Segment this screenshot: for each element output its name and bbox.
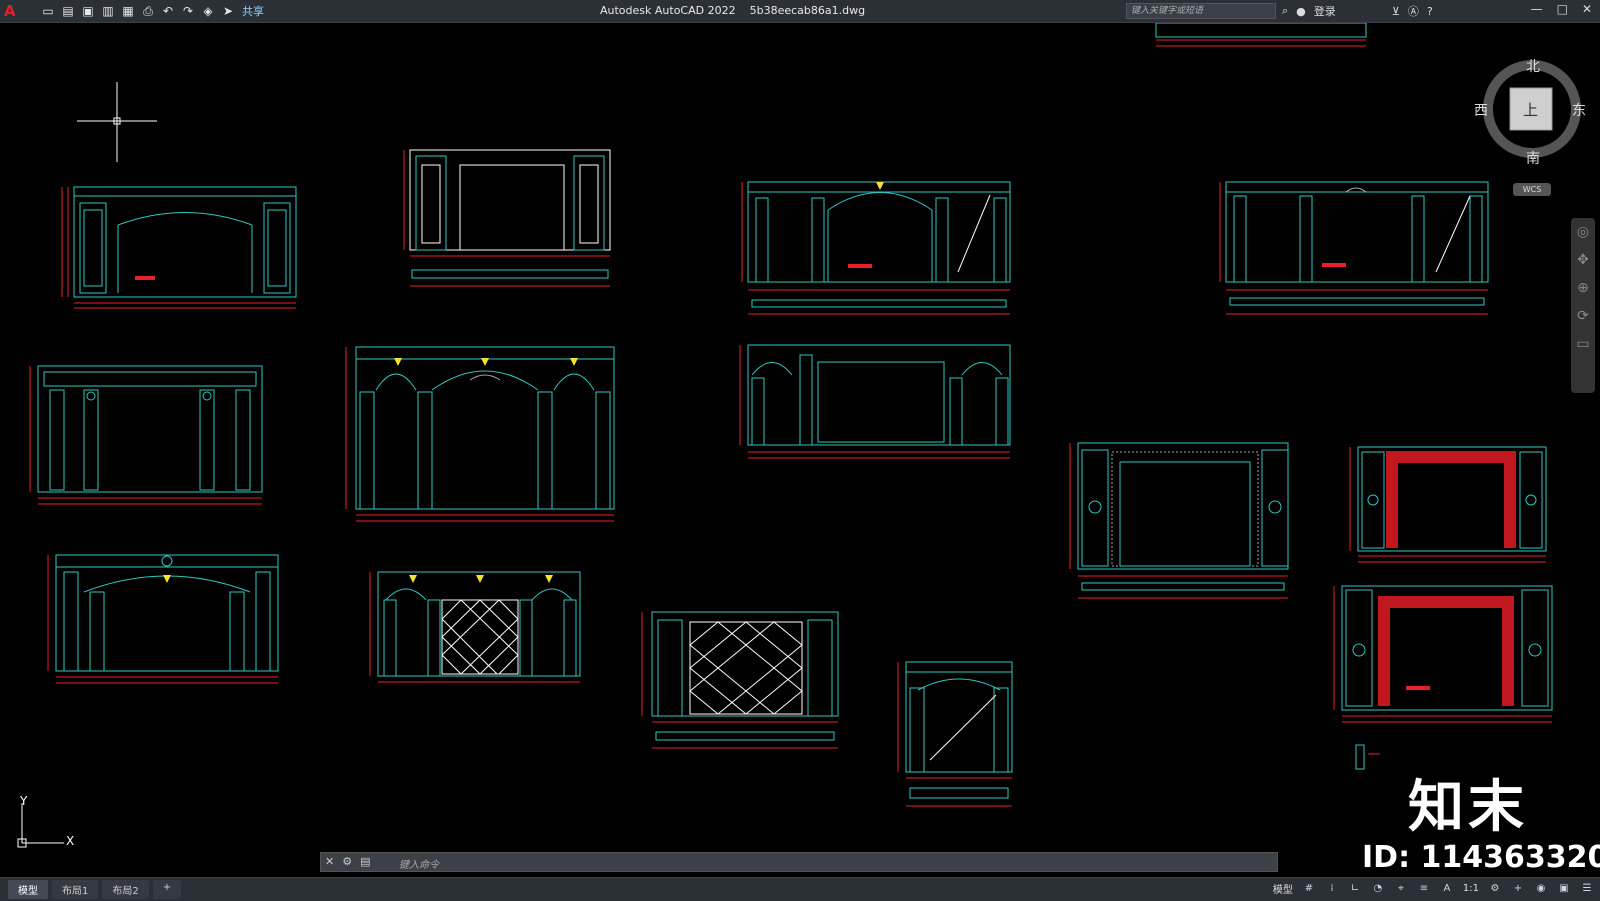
- nav-tools: ◎ ✥ ⊕ ⟳ ▭: [1571, 218, 1595, 358]
- print-icon[interactable]: ⎙: [140, 3, 156, 19]
- tab-layout2[interactable]: 布局2: [102, 880, 149, 899]
- close-cmd-icon[interactable]: ✕: [325, 855, 334, 868]
- elevation-drawing-1: [61, 186, 297, 309]
- elevation-drawing-9: [1349, 446, 1547, 563]
- cart-icon[interactable]: ⊻: [1392, 5, 1400, 18]
- workspace-icon[interactable]: ◈: [200, 3, 216, 19]
- drawing-canvas[interactable]: [0, 23, 1600, 877]
- minimize-icon[interactable]: —: [1531, 2, 1543, 16]
- osnap-icon[interactable]: ⌖: [1394, 882, 1408, 896]
- window-title: Autodesk AutoCAD 2022 5b38eecab86a1.dwg: [600, 4, 865, 17]
- snap-icon[interactable]: ⁞: [1325, 882, 1339, 896]
- elevation-drawing-7: [739, 344, 1011, 459]
- elevation-drawing-2: [403, 149, 611, 287]
- redo-icon[interactable]: ↷: [180, 3, 196, 19]
- quick-access-toolbar: ▭ ▤ ▣ ▥ ▦ ⎙ ↶ ↷ ◈ ➤ 共享: [40, 3, 264, 19]
- ucs-x-label: X: [66, 834, 75, 848]
- navigation-bar[interactable]: ◎ ✥ ⊕ ⟳ ▭: [1571, 218, 1595, 393]
- watermark-id: ID: 1143633202: [1362, 840, 1600, 875]
- elevation-drawing-14: [1333, 585, 1553, 723]
- orbit-icon[interactable]: ⟳: [1571, 302, 1595, 330]
- elevation-drawing-3: [741, 181, 1011, 315]
- drawing-fragment-top: [1155, 23, 1367, 47]
- elevation-drawing-8: [1069, 442, 1289, 599]
- autocad-logo-icon[interactable]: A: [4, 2, 22, 20]
- add-layout-button[interactable]: +: [152, 880, 182, 899]
- grid-icon[interactable]: #: [1302, 882, 1316, 896]
- login-label[interactable]: 登录: [1314, 3, 1336, 19]
- share-icon[interactable]: ➤: [220, 3, 236, 19]
- ucs-y-label: Y: [20, 794, 28, 808]
- elevation-drawing-4: [1219, 181, 1489, 315]
- plot-icon[interactable]: ▦: [120, 3, 136, 19]
- polar-icon[interactable]: ◔: [1371, 882, 1385, 896]
- a360-icon[interactable]: Ⓐ: [1408, 3, 1419, 19]
- search-icon[interactable]: ⌕: [1282, 4, 1288, 18]
- annotation-scale[interactable]: 1:1: [1463, 883, 1479, 894]
- compass-north[interactable]: 北: [1526, 56, 1540, 76]
- command-line[interactable]: ✕ ⚙ ▤ 键入命令: [320, 852, 1278, 872]
- annotation-icon[interactable]: A: [1440, 882, 1454, 896]
- status-bar: 模型 布局1 布局2 + 模型 # ⁞ ∟ ◔ ⌖ ≡ A 1:1 ⚙ + ◉ …: [0, 877, 1600, 901]
- watermark-brand: 知末: [1408, 775, 1528, 840]
- fullscreen-icon[interactable]: ▣: [1557, 882, 1571, 896]
- command-icons: ✕ ⚙ ▤: [325, 855, 371, 868]
- status-tools: 模型 # ⁞ ∟ ◔ ⌖ ≡ A 1:1 ⚙ + ◉ ▣ ☰: [1273, 881, 1594, 896]
- legend-swatch: [1355, 744, 1380, 770]
- app-title: Autodesk AutoCAD 2022: [600, 4, 736, 17]
- customize-icon[interactable]: ⚙: [342, 855, 352, 868]
- search-input[interactable]: 键入关键字或短语: [1126, 3, 1276, 19]
- recent-commands-icon[interactable]: ▤: [360, 855, 370, 868]
- viewcube-face-top[interactable]: 上: [1523, 99, 1538, 120]
- isolate-icon[interactable]: ◉: [1534, 882, 1548, 896]
- compass-east[interactable]: 东: [1572, 100, 1586, 120]
- maximize-icon[interactable]: □: [1557, 2, 1568, 16]
- elevation-drawing-11: [369, 571, 581, 683]
- elevation-drawing-10: [47, 554, 279, 684]
- share-label[interactable]: 共享: [242, 3, 264, 19]
- user-icon[interactable]: ●: [1296, 5, 1306, 18]
- save-as-icon[interactable]: ▥: [100, 3, 116, 19]
- wcs-menu[interactable]: WCS: [1513, 183, 1551, 196]
- zoom-icon[interactable]: ⊕: [1571, 274, 1595, 302]
- save-icon[interactable]: ▣: [80, 3, 96, 19]
- settings-icon[interactable]: ⚙: [1488, 882, 1502, 896]
- showmotion-icon[interactable]: ▭: [1571, 330, 1595, 358]
- command-input[interactable]: 键入命令: [399, 856, 439, 871]
- new-file-icon[interactable]: ▭: [40, 3, 56, 19]
- close-icon[interactable]: ✕: [1582, 2, 1592, 16]
- elevation-drawing-12: [641, 611, 839, 749]
- tab-model[interactable]: 模型: [8, 880, 48, 899]
- help-icon[interactable]: ?: [1427, 5, 1433, 18]
- undo-icon[interactable]: ↶: [160, 3, 176, 19]
- file-name: 5b38eecab86a1.dwg: [749, 4, 866, 17]
- menu-icon[interactable]: ☰: [1580, 882, 1594, 896]
- elevation-drawing-5: [29, 365, 263, 505]
- elevation-drawing-13: [897, 661, 1013, 807]
- window-buttons: — □ ✕: [1531, 2, 1592, 16]
- crosshair-cursor: [77, 82, 157, 162]
- plus-icon[interactable]: +: [1511, 882, 1525, 896]
- tab-layout1[interactable]: 布局1: [52, 880, 99, 899]
- compass-west[interactable]: 西: [1474, 100, 1488, 120]
- layout-tabs: 模型 布局1 布局2 +: [8, 880, 182, 899]
- title-right-controls: ⌕ ● 登录 ⊻ Ⓐ ?: [1282, 3, 1433, 19]
- pan-icon[interactable]: ✥: [1571, 246, 1595, 274]
- model-space-label[interactable]: 模型: [1273, 881, 1293, 896]
- open-folder-icon[interactable]: ▤: [60, 3, 76, 19]
- compass-south[interactable]: 南: [1526, 148, 1540, 168]
- title-bar: A ▭ ▤ ▣ ▥ ▦ ⎙ ↶ ↷ ◈ ➤ 共享 Autodesk AutoCA…: [0, 0, 1600, 23]
- steering-wheel-icon[interactable]: ◎: [1571, 218, 1595, 246]
- ortho-icon[interactable]: ∟: [1348, 882, 1362, 896]
- elevation-drawing-6: [345, 346, 615, 522]
- lineweight-icon[interactable]: ≡: [1417, 882, 1431, 896]
